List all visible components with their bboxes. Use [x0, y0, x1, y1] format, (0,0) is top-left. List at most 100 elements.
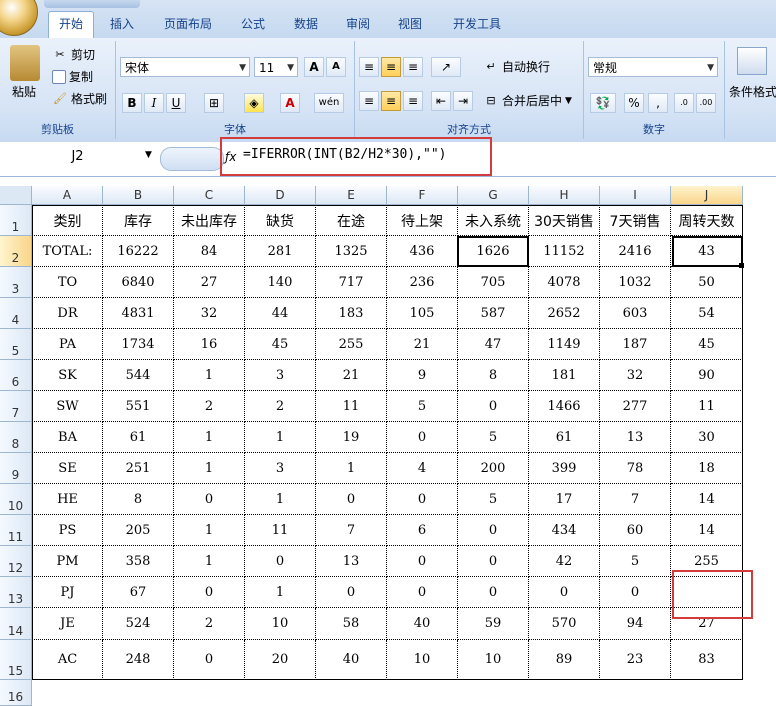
row-header-14[interactable]: 14 — [0, 608, 32, 640]
percent-button[interactable]: % — [624, 93, 644, 113]
column-header-i[interactable]: I — [600, 186, 671, 205]
orientation-icon[interactable]: ↗ — [431, 57, 461, 77]
row-header-11[interactable]: 11 — [0, 515, 32, 546]
cell-i15[interactable]: 23 — [600, 640, 671, 680]
cell-a2[interactable]: TOTAL: — [32, 236, 103, 267]
chevron-down-icon[interactable]: ▼ — [145, 150, 152, 160]
cell-a12[interactable]: PM — [32, 546, 103, 577]
cell-j15[interactable]: 83 — [671, 640, 743, 680]
cell-b7[interactable]: 551 — [103, 391, 174, 422]
name-box[interactable]: J2 — [0, 147, 155, 167]
cell-b3[interactable]: 6840 — [103, 267, 174, 298]
cell-a1[interactable]: 类别 — [32, 205, 103, 236]
row-header-8[interactable]: 8 — [0, 422, 32, 453]
row-header-2[interactable]: 2 — [0, 236, 32, 267]
cell-i4[interactable]: 603 — [600, 298, 671, 329]
cell-d14[interactable]: 10 — [245, 608, 316, 640]
cell-g5[interactable]: 47 — [458, 329, 529, 360]
cell-c2[interactable]: 84 — [174, 236, 245, 267]
cell-a8[interactable]: BA — [32, 422, 103, 453]
font-size-select[interactable]: 11 ▼ — [254, 57, 298, 77]
cell-j11[interactable]: 14 — [671, 515, 743, 546]
cell-f1[interactable]: 待上架 — [387, 205, 458, 236]
cell-d8[interactable]: 1 — [245, 422, 316, 453]
cell-b11[interactable]: 205 — [103, 515, 174, 546]
cell-d5[interactable]: 45 — [245, 329, 316, 360]
align-center-icon[interactable]: ≡ — [381, 91, 401, 111]
cell-d13[interactable]: 1 — [245, 577, 316, 608]
cell-b6[interactable]: 544 — [103, 360, 174, 391]
column-header-e[interactable]: E — [316, 186, 387, 205]
cell-e1[interactable]: 在途 — [316, 205, 387, 236]
cell-g13[interactable]: 0 — [458, 577, 529, 608]
cell-e9[interactable]: 1 — [316, 453, 387, 484]
cell-h1[interactable]: 30天销售 — [529, 205, 600, 236]
increase-decimal-icon[interactable]: .0 — [674, 93, 694, 113]
tab-developer[interactable]: 开发工具 — [446, 12, 508, 36]
cell-g12[interactable]: 0 — [458, 546, 529, 577]
quick-access-toolbar[interactable] — [44, 0, 140, 8]
cell-b4[interactable]: 4831 — [103, 298, 174, 329]
cell-g11[interactable]: 0 — [458, 515, 529, 546]
comma-button[interactable]: , — [648, 93, 668, 113]
tab-home[interactable]: 开始 — [48, 11, 94, 39]
column-header-j[interactable]: J — [671, 186, 743, 205]
cell-i7[interactable]: 277 — [600, 391, 671, 422]
cell-g3[interactable]: 705 — [458, 267, 529, 298]
number-format-select[interactable]: 常规 ▼ — [588, 57, 718, 77]
cell-e15[interactable]: 40 — [316, 640, 387, 680]
row-header-10[interactable]: 10 — [0, 484, 32, 515]
cell-f10[interactable]: 0 — [387, 484, 458, 515]
cell-a9[interactable]: SE — [32, 453, 103, 484]
cell-e11[interactable]: 7 — [316, 515, 387, 546]
cell-h6[interactable]: 181 — [529, 360, 600, 391]
cell-e2[interactable]: 1325 — [316, 236, 387, 267]
tab-insert[interactable]: 插入 — [104, 12, 140, 36]
cell-h13[interactable]: 0 — [529, 577, 600, 608]
cell-j1[interactable]: 周转天数 — [671, 205, 743, 236]
cell-c4[interactable]: 32 — [174, 298, 245, 329]
cell-c6[interactable]: 1 — [174, 360, 245, 391]
fill-color-button[interactable]: ◈ — [244, 93, 264, 113]
row-header-4[interactable]: 4 — [0, 298, 32, 329]
cell-d15[interactable]: 20 — [245, 640, 316, 680]
cell-e6[interactable]: 21 — [316, 360, 387, 391]
cell-g10[interactable]: 5 — [458, 484, 529, 515]
cell-d9[interactable]: 3 — [245, 453, 316, 484]
formula-buttons[interactable] — [160, 147, 224, 171]
cell-f14[interactable]: 40 — [387, 608, 458, 640]
cell-b2[interactable]: 16222 — [103, 236, 174, 267]
italic-button[interactable]: I — [144, 93, 164, 113]
column-header-g[interactable]: G — [458, 186, 529, 205]
wrap-text-button[interactable]: ↵ 自动换行 — [483, 58, 550, 75]
cell-h12[interactable]: 42 — [529, 546, 600, 577]
cell-f11[interactable]: 6 — [387, 515, 458, 546]
row-header-7[interactable]: 7 — [0, 391, 32, 422]
cell-d6[interactable]: 3 — [245, 360, 316, 391]
cell-a15[interactable]: AC — [32, 640, 103, 680]
select-all-corner[interactable] — [0, 186, 32, 205]
cell-a13[interactable]: PJ — [32, 577, 103, 608]
cell-f9[interactable]: 4 — [387, 453, 458, 484]
cell-h9[interactable]: 399 — [529, 453, 600, 484]
cell-h2[interactable]: 11152 — [529, 236, 600, 267]
cell-i2[interactable]: 2416 — [600, 236, 671, 267]
tab-review[interactable]: 审阅 — [340, 12, 376, 36]
cell-i13[interactable]: 0 — [600, 577, 671, 608]
cell-f15[interactable]: 10 — [387, 640, 458, 680]
cell-e4[interactable]: 183 — [316, 298, 387, 329]
cell-f12[interactable]: 0 — [387, 546, 458, 577]
cell-b12[interactable]: 358 — [103, 546, 174, 577]
cell-j5[interactable]: 45 — [671, 329, 743, 360]
bold-button[interactable]: B — [122, 93, 142, 113]
align-top-icon[interactable]: ≡ — [359, 57, 379, 77]
cell-c8[interactable]: 1 — [174, 422, 245, 453]
cell-g14[interactable]: 59 — [458, 608, 529, 640]
cell-i9[interactable]: 78 — [600, 453, 671, 484]
cell-a5[interactable]: PA — [32, 329, 103, 360]
cell-b8[interactable]: 61 — [103, 422, 174, 453]
cell-b13[interactable]: 67 — [103, 577, 174, 608]
cell-c5[interactable]: 16 — [174, 329, 245, 360]
cell-b15[interactable]: 248 — [103, 640, 174, 680]
cell-h14[interactable]: 570 — [529, 608, 600, 640]
